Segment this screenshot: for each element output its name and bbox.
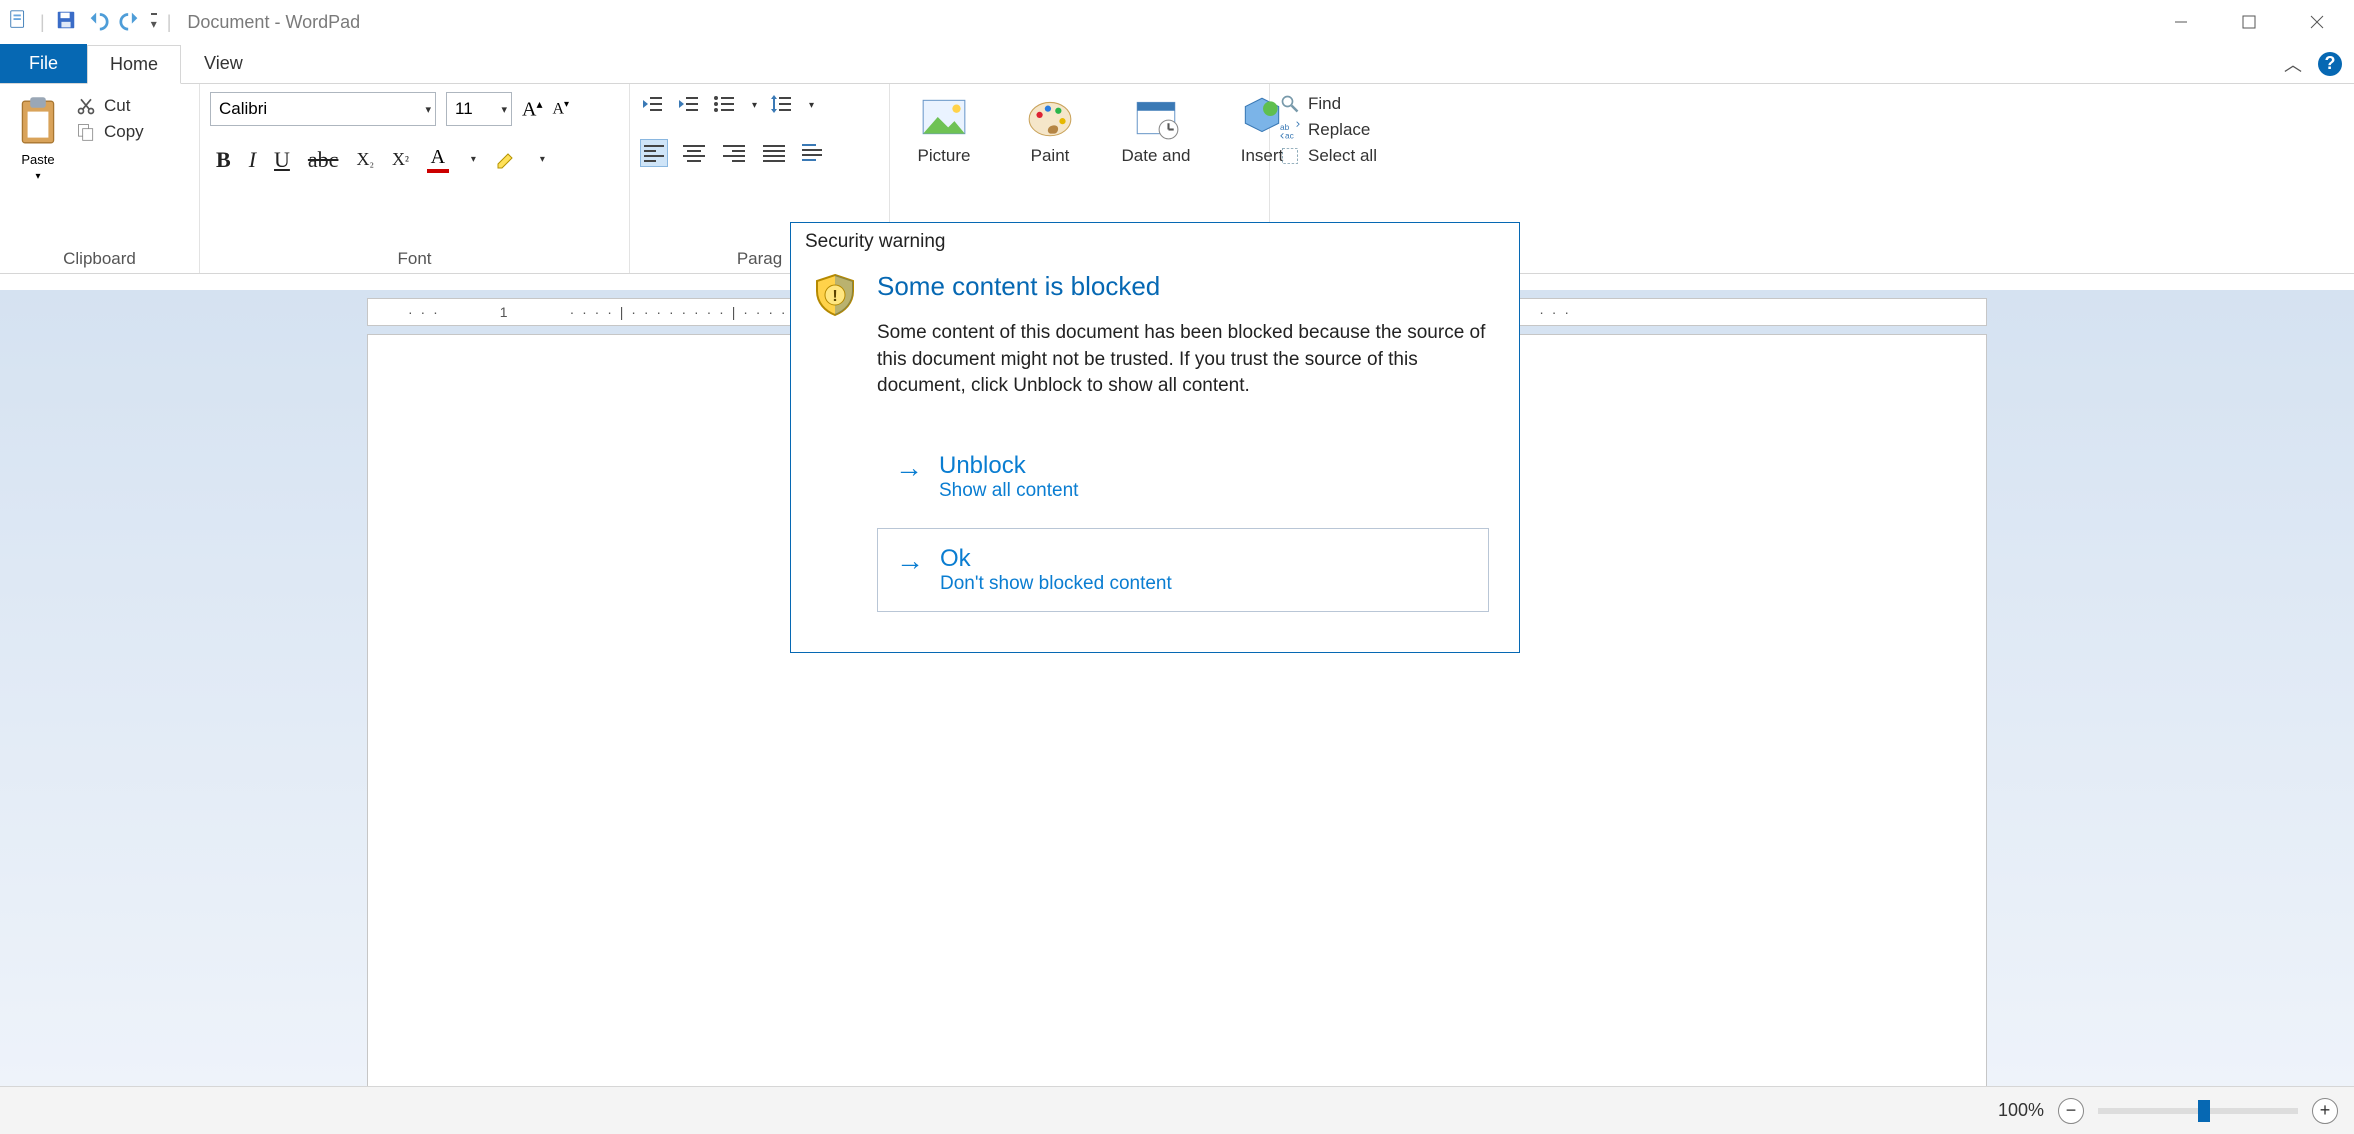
ok-title: Ok <box>940 545 1172 573</box>
quick-access-toolbar: | ▾ | Document - WordPad <box>8 9 360 36</box>
minimize-button[interactable] <box>2158 6 2204 38</box>
paint-label: Paint <box>1031 146 1070 166</box>
align-justify-button[interactable] <box>760 139 788 167</box>
align-left-button[interactable] <box>640 139 668 167</box>
window-controls <box>2158 6 2346 38</box>
qat-dropdown-icon[interactable]: ▾ <box>151 13 157 31</box>
help-icon[interactable]: ? <box>2318 52 2342 76</box>
chevron-down-icon: ▾ <box>501 103 507 116</box>
ruler-mark: 1 <box>500 304 510 320</box>
save-icon[interactable] <box>55 9 77 36</box>
select-all-button[interactable]: Select all <box>1280 146 1377 166</box>
strikethrough-button[interactable]: abc <box>308 147 339 173</box>
font-family-combo[interactable]: Calibri ▾ <box>210 92 436 126</box>
arrow-right-icon: → <box>895 454 923 482</box>
replace-button[interactable]: abac Replace <box>1280 120 1377 140</box>
collapse-ribbon-icon[interactable]: ︿ <box>2284 51 2302 77</box>
insert-paint-button[interactable]: Paint <box>1006 92 1094 166</box>
dialog-heading: Some content is blocked <box>877 271 1489 302</box>
font-size-value: 11 <box>455 99 473 119</box>
replace-label: Replace <box>1308 120 1370 140</box>
window-title: Document - WordPad <box>187 12 360 33</box>
zoom-in-button[interactable]: + <box>2312 1098 2338 1124</box>
security-warning-dialog: Security warning ! Some content is block… <box>790 222 1520 653</box>
ok-option[interactable]: → Ok Don't show blocked content <box>877 528 1489 612</box>
font-color-button[interactable]: A <box>427 146 449 173</box>
align-center-button[interactable] <box>680 139 708 167</box>
shield-warning-icon: ! <box>811 271 859 319</box>
bold-button[interactable]: B <box>216 147 231 173</box>
align-right-button[interactable] <box>720 139 748 167</box>
svg-text:ac: ac <box>1285 130 1294 140</box>
increase-indent-button[interactable] <box>676 92 700 119</box>
close-button[interactable] <box>2294 6 2340 38</box>
dialog-body-text: Some content of this document has been b… <box>877 320 1489 400</box>
underline-button[interactable]: U <box>274 147 290 173</box>
group-font: Calibri ▾ 11 ▾ A▴ A▾ B I U abc X X A <box>200 84 630 273</box>
insert-datetime-button[interactable]: Date and <box>1112 92 1200 166</box>
chevron-down-icon: ▾ <box>425 103 431 116</box>
title-bar: | ▾ | Document - WordPad <box>0 0 2354 44</box>
find-button[interactable]: Find <box>1280 94 1377 114</box>
grow-font-button[interactable]: A▴ <box>522 97 542 122</box>
cut-button[interactable]: Cut <box>76 96 144 116</box>
picture-label: Picture <box>918 146 971 166</box>
chevron-down-icon[interactable]: ▾ <box>540 154 545 165</box>
undo-icon[interactable] <box>87 9 109 36</box>
cut-label: Cut <box>104 96 130 116</box>
zoom-value: 100% <box>1998 1100 2044 1121</box>
chevron-down-icon[interactable]: ▾ <box>809 100 814 111</box>
subscript-button[interactable]: X <box>356 149 374 170</box>
ok-subtitle: Don't show blocked content <box>940 573 1172 595</box>
status-bar: 100% − + <box>0 1086 2354 1134</box>
tab-file[interactable]: File <box>0 44 87 83</box>
group-font-label: Font <box>210 245 619 271</box>
unblock-subtitle: Show all content <box>939 480 1078 502</box>
copy-button[interactable]: Copy <box>76 122 144 142</box>
copy-label: Copy <box>104 122 144 142</box>
zoom-thumb[interactable] <box>2198 1100 2210 1122</box>
tab-home[interactable]: Home <box>87 45 181 84</box>
group-clipboard: Paste ▾ Cut Copy Clipboard <box>0 84 200 273</box>
app-icon <box>8 9 30 36</box>
unblock-title: Unblock <box>939 452 1078 480</box>
svg-text:!: ! <box>832 288 837 305</box>
decrease-indent-button[interactable] <box>640 92 664 119</box>
chevron-down-icon[interactable]: ▾ <box>752 100 757 111</box>
highlight-button[interactable] <box>494 146 518 173</box>
group-clipboard-label: Clipboard <box>10 245 189 271</box>
arrow-right-icon: → <box>896 547 924 575</box>
tab-view[interactable]: View <box>181 44 266 83</box>
font-size-combo[interactable]: 11 ▾ <box>446 92 512 126</box>
dialog-title: Security warning <box>791 223 1519 261</box>
maximize-button[interactable] <box>2226 6 2272 38</box>
paste-button[interactable]: Paste ▾ <box>10 92 66 186</box>
chevron-down-icon[interactable]: ▾ <box>471 154 476 165</box>
datetime-label: Date and <box>1122 146 1191 166</box>
select-all-label: Select all <box>1308 146 1377 166</box>
paste-label: Paste <box>21 152 54 167</box>
italic-button[interactable]: I <box>249 147 256 173</box>
find-label: Find <box>1308 94 1341 114</box>
paste-dropdown-icon[interactable]: ▾ <box>35 171 40 182</box>
paragraph-dialog-button[interactable] <box>800 140 824 167</box>
font-family-value: Calibri <box>219 99 267 119</box>
line-spacing-button[interactable] <box>769 92 793 119</box>
unblock-option[interactable]: → Unblock Show all content <box>877 436 1489 518</box>
shrink-font-button[interactable]: A▾ <box>552 99 569 118</box>
zoom-out-button[interactable]: − <box>2058 1098 2084 1124</box>
superscript-button[interactable]: X <box>392 149 409 170</box>
ribbon-tabs: File Home View ︿ ? <box>0 44 2354 84</box>
insert-picture-button[interactable]: Picture <box>900 92 988 166</box>
bullets-button[interactable] <box>712 92 736 119</box>
zoom-slider[interactable] <box>2098 1108 2298 1114</box>
redo-icon[interactable] <box>119 9 141 36</box>
